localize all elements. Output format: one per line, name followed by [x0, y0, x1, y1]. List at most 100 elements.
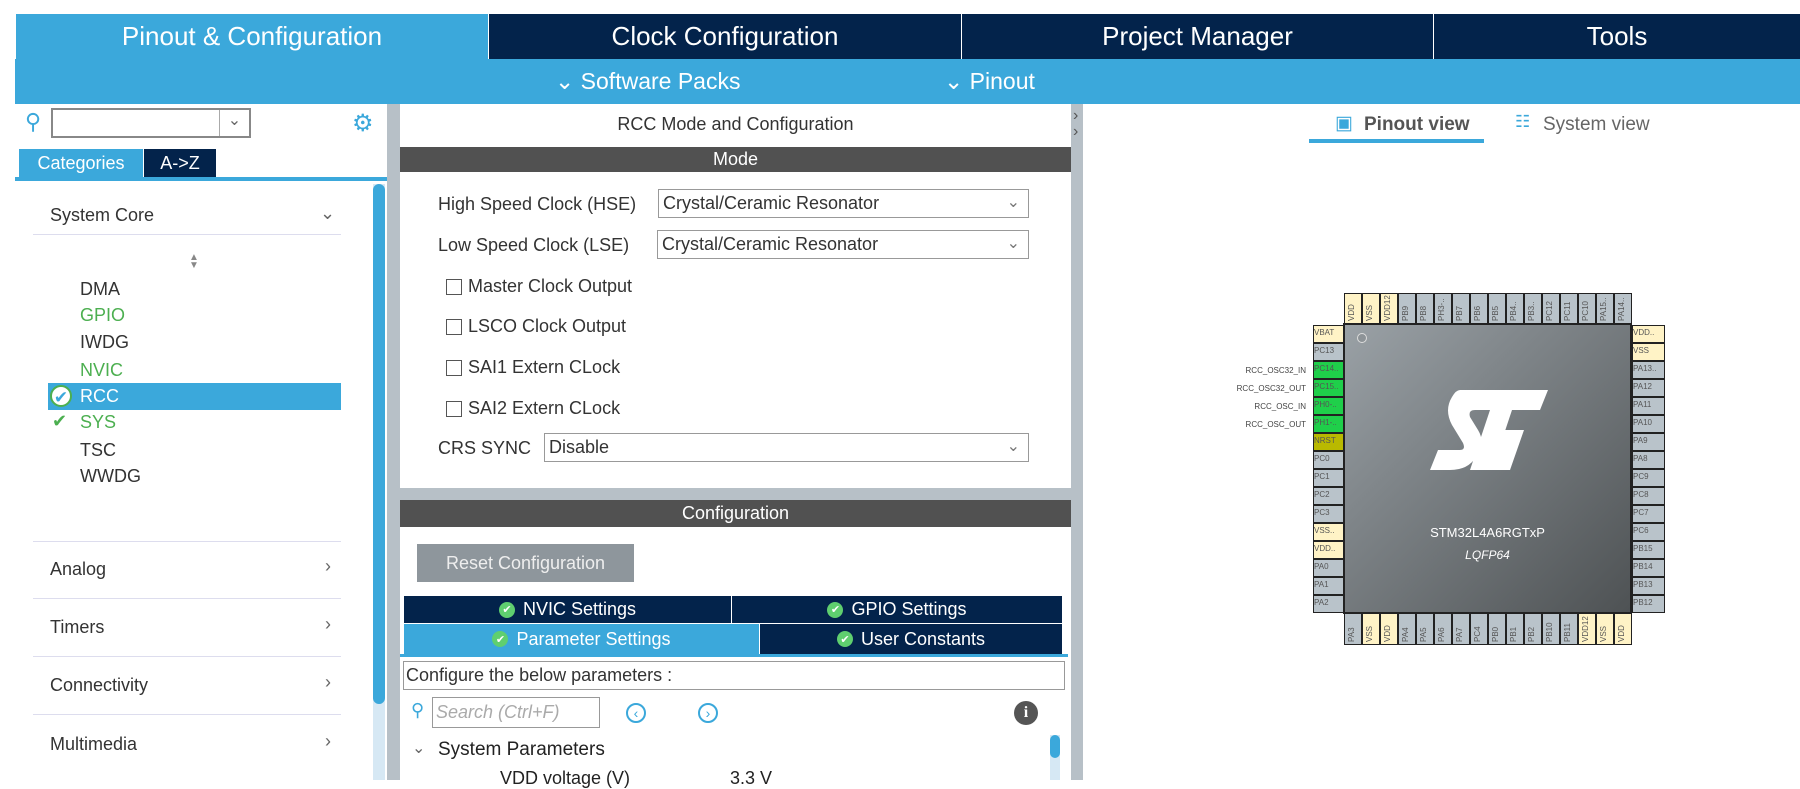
pin-pa11[interactable]: PA11: [1632, 397, 1665, 415]
pin-vdd[interactable]: VDD..: [1632, 325, 1665, 343]
pin-pb5[interactable]: PB5: [1488, 293, 1506, 324]
pin-pa8[interactable]: PA8: [1632, 451, 1665, 469]
pin-pa15[interactable]: PA15..: [1596, 293, 1614, 324]
category-system-core[interactable]: System Core: [50, 205, 154, 226]
pin-pa2[interactable]: PA2: [1313, 595, 1344, 613]
pin-pb0[interactable]: PB0: [1488, 613, 1506, 645]
checkbox-box[interactable]: [446, 278, 462, 295]
pin-pb2[interactable]: PB2: [1524, 613, 1542, 645]
pin-pb6[interactable]: PB6: [1470, 293, 1488, 324]
lse-select[interactable]: Crystal/Ceramic Resonator ⌄: [657, 230, 1029, 259]
pin-ph1[interactable]: PH1-..: [1313, 415, 1344, 433]
item-sys[interactable]: SYS: [80, 412, 116, 433]
pin-pb11[interactable]: PB11: [1560, 613, 1578, 645]
pin-vss[interactable]: VSS: [1362, 613, 1380, 645]
pin-vdd[interactable]: VDD..: [1313, 541, 1344, 559]
pin-pc8[interactable]: PC8: [1632, 487, 1665, 505]
tab-pinout-view[interactable]: Pinout view: [1364, 114, 1470, 136]
category-multimedia[interactable]: Multimedia: [50, 734, 137, 755]
pin-pb8[interactable]: PB8: [1416, 293, 1434, 324]
pin-vss[interactable]: VSS: [1362, 293, 1380, 324]
gear-icon[interactable]: ⚙: [352, 109, 374, 138]
pin-pc2[interactable]: PC2: [1313, 487, 1344, 505]
tab-project-manager[interactable]: Project Manager: [961, 14, 1433, 59]
pin-pc12[interactable]: PC12: [1542, 293, 1560, 324]
pin-pc11[interactable]: PC11: [1560, 293, 1578, 324]
pin-pb10[interactable]: PB10: [1542, 613, 1560, 645]
pin-pa0[interactable]: PA0: [1313, 559, 1344, 577]
pin-pc10[interactable]: PC10: [1578, 293, 1596, 324]
pin-pa6[interactable]: PA6: [1434, 613, 1452, 645]
pin-pb1[interactable]: PB1: [1506, 613, 1524, 645]
pin-pc0[interactable]: PC0: [1313, 451, 1344, 469]
pin-pc1[interactable]: PC1: [1313, 469, 1344, 487]
previous-icon[interactable]: ‹: [626, 703, 646, 723]
pin-pa14[interactable]: PA14..: [1614, 293, 1632, 324]
pin-pb4[interactable]: PB4..: [1506, 293, 1524, 324]
checkbox-box[interactable]: [446, 318, 462, 335]
pin-vss[interactable]: VSS..: [1313, 523, 1344, 541]
pin-pc6[interactable]: PC6: [1632, 523, 1665, 541]
tab-parameter-settings[interactable]: ✔ Parameter Settings: [404, 624, 759, 654]
next-icon[interactable]: ›: [698, 703, 718, 723]
pin-vdd[interactable]: VDD: [1344, 293, 1362, 324]
pin-pc9[interactable]: PC9: [1632, 469, 1665, 487]
tab-system-view[interactable]: System view: [1543, 114, 1650, 136]
param-value[interactable]: 3.3 V: [730, 768, 772, 789]
pin-vss[interactable]: VSS: [1596, 613, 1614, 645]
tab-clock-configuration[interactable]: Clock Configuration: [488, 14, 961, 59]
tab-gpio-settings[interactable]: ✔ GPIO Settings: [732, 596, 1062, 623]
pin-vdd[interactable]: VDD: [1614, 613, 1632, 645]
pin-pa4[interactable]: PA4: [1398, 613, 1416, 645]
pin-pb14[interactable]: PB14: [1632, 559, 1665, 577]
pin-pa13[interactable]: PA13..: [1632, 361, 1665, 379]
pin-vss[interactable]: VSS: [1632, 343, 1665, 361]
pin-ph3[interactable]: PH3-..: [1434, 293, 1452, 324]
parameter-search-input[interactable]: Search (Ctrl+F): [432, 697, 600, 728]
pin-pa7[interactable]: PA7: [1452, 613, 1470, 645]
item-iwdg[interactable]: IWDG: [80, 332, 129, 353]
pin-pc4[interactable]: PC4: [1470, 613, 1488, 645]
item-tsc[interactable]: TSC: [80, 440, 116, 461]
tab-pinout-configuration[interactable]: Pinout & Configuration: [15, 14, 488, 59]
pin-vdd[interactable]: VDD: [1380, 613, 1398, 645]
group-system-parameters[interactable]: System Parameters: [438, 739, 605, 761]
checkbox-box[interactable]: [446, 359, 462, 376]
tab-tools[interactable]: Tools: [1433, 14, 1800, 59]
checkbox-box[interactable]: [446, 400, 462, 417]
sai2-extern-clock-checkbox[interactable]: SAI2 Extern CLock: [446, 398, 620, 419]
sai1-extern-clock-checkbox[interactable]: SAI1 Extern CLock: [446, 357, 620, 378]
pin-pc15[interactable]: PC15..: [1313, 379, 1344, 397]
pin-pb12[interactable]: PB12: [1632, 595, 1665, 613]
pin-pb15[interactable]: PB15: [1632, 541, 1665, 559]
pin-pa12[interactable]: PA12: [1632, 379, 1665, 397]
pin-pa3[interactable]: PA3: [1344, 613, 1362, 645]
master-clock-output-checkbox[interactable]: Master Clock Output: [446, 276, 632, 297]
pin-nrst[interactable]: NRST: [1313, 433, 1344, 451]
pin-vbat[interactable]: VBAT: [1313, 325, 1344, 343]
tab-nvic-settings[interactable]: ✔ NVIC Settings: [404, 596, 731, 623]
sort-icon[interactable]: ▲ ▼: [189, 253, 199, 271]
chevron-down-icon[interactable]: ⌄: [412, 738, 425, 758]
category-analog[interactable]: Analog: [50, 559, 106, 580]
collapse-arrows-icon[interactable]: › ›: [1073, 108, 1078, 140]
component-search-input[interactable]: ⌄: [51, 108, 251, 138]
tab-user-constants[interactable]: ✔ User Constants: [760, 624, 1062, 654]
pin-vdd12[interactable]: VDD12: [1380, 293, 1398, 324]
scrollbar[interactable]: [1050, 735, 1060, 780]
pin-pc7[interactable]: PC7: [1632, 505, 1665, 523]
item-wwdg[interactable]: WWDG: [80, 466, 141, 487]
hse-select[interactable]: Crystal/Ceramic Resonator ⌄: [658, 189, 1029, 218]
pin-vdd12[interactable]: VDD12: [1578, 613, 1596, 645]
pin-pc3[interactable]: PC3: [1313, 505, 1344, 523]
item-gpio[interactable]: GPIO: [80, 305, 125, 326]
pin-pa1[interactable]: PA1: [1313, 577, 1344, 595]
pin-pa10[interactable]: PA10: [1632, 415, 1665, 433]
pin-pb7[interactable]: PB7: [1452, 293, 1470, 324]
pin-pb9[interactable]: PB9: [1398, 293, 1416, 324]
info-icon[interactable]: i: [1014, 701, 1038, 725]
pin-pa9[interactable]: PA9: [1632, 433, 1665, 451]
pin-pa5[interactable]: PA5: [1416, 613, 1434, 645]
reset-configuration-button[interactable]: Reset Configuration: [417, 544, 634, 582]
crs-sync-select[interactable]: Disable ⌄: [544, 433, 1029, 462]
